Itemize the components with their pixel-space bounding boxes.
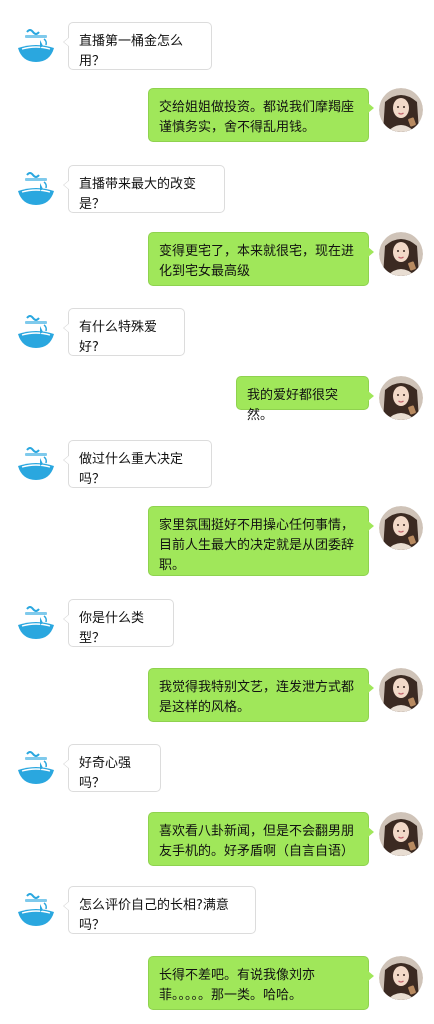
answer-bubble[interactable]: 我的爱好都很突然。	[236, 376, 374, 423]
user-avatar[interactable]	[379, 232, 423, 276]
message-text: 长得不差吧。有说我像刘亦菲。。。。。那一类。哈哈。	[159, 968, 316, 1003]
bot-logo-avatar-icon[interactable]	[14, 886, 58, 930]
answer-bubble[interactable]: 我觉得我特别文艺，连发泄方式都是这样的风格。	[148, 668, 374, 722]
question-bubble[interactable]: 有什么特殊爱好?	[63, 308, 185, 356]
message-text: 家里氛围挺好不用操心任何事情，目前人生最大的决定就是从团委辞职。	[159, 518, 355, 573]
bot-logo-avatar-icon[interactable]	[14, 599, 58, 643]
answer-bubble[interactable]: 喜欢看八卦新闻，但是不会翻男朋友手机的。好矛盾啊（自言自语）	[148, 812, 374, 866]
incoming-message-row: 你是什么类型？	[0, 599, 434, 647]
user-avatar[interactable]	[379, 956, 423, 1000]
message-text: 变得更宅了，本来就很宅，现在进化到宅女最高级	[159, 244, 355, 279]
message-text: 直播带来最大的改变是？	[79, 177, 197, 212]
bot-logo-avatar-icon[interactable]	[14, 744, 58, 788]
incoming-message-row: 有什么特殊爱好?	[0, 308, 434, 356]
question-bubble[interactable]: 直播第一桶金怎么用？	[63, 22, 212, 70]
incoming-message-row: 好奇心强吗？	[0, 744, 434, 792]
incoming-message-row: 怎么评价自己的长相?满意吗？	[0, 886, 434, 934]
message-text: 喜欢看八卦新闻，但是不会翻男朋友手机的。好矛盾啊（自言自语）	[159, 824, 355, 859]
bot-logo-avatar-icon[interactable]	[14, 308, 58, 352]
message-text: 我觉得我特别文艺，连发泄方式都是这样的风格。	[159, 680, 355, 715]
message-text: 怎么评价自己的长相?满意吗？	[79, 898, 229, 933]
message-text: 有什么特殊爱好?	[79, 320, 158, 355]
message-text: 我的爱好都很突然。	[247, 388, 339, 423]
question-bubble[interactable]: 直播带来最大的改变是？	[63, 165, 225, 213]
message-text: 做过什么重大决定吗？	[79, 452, 184, 487]
answer-bubble[interactable]: 长得不差吧。有说我像刘亦菲。。。。。那一类。哈哈。	[148, 956, 374, 1010]
bot-logo-avatar-icon[interactable]	[14, 22, 58, 66]
user-avatar[interactable]	[379, 88, 423, 132]
incoming-message-row: 做过什么重大决定吗？	[0, 440, 434, 488]
question-bubble[interactable]: 怎么评价自己的长相?满意吗？	[63, 886, 256, 934]
outgoing-message-row: 我的爱好都很突然。	[0, 376, 434, 423]
bot-logo-avatar-icon[interactable]	[14, 165, 58, 209]
chat-conversation: 直播第一桶金怎么用？ 交给姐姐做投资。都说我们摩羯座谨慎务实，舍不得乱用钱。直播带…	[0, 0, 434, 1024]
incoming-message-row: 直播第一桶金怎么用？	[0, 22, 434, 70]
question-bubble[interactable]: 你是什么类型？	[63, 599, 174, 647]
message-text: 好奇心强吗？	[79, 756, 132, 791]
outgoing-message-row: 家里氛围挺好不用操心任何事情，目前人生最大的决定就是从团委辞职。	[0, 506, 434, 576]
answer-bubble[interactable]: 交给姐姐做投资。都说我们摩羯座谨慎务实，舍不得乱用钱。	[148, 88, 374, 142]
answer-bubble[interactable]: 变得更宅了，本来就很宅，现在进化到宅女最高级	[148, 232, 374, 286]
message-text: 直播第一桶金怎么用？	[79, 34, 184, 69]
outgoing-message-row: 长得不差吧。有说我像刘亦菲。。。。。那一类。哈哈。	[0, 956, 434, 1010]
question-bubble[interactable]: 好奇心强吗？	[63, 744, 161, 792]
outgoing-message-row: 喜欢看八卦新闻，但是不会翻男朋友手机的。好矛盾啊（自言自语）	[0, 812, 434, 866]
message-text: 交给姐姐做投资。都说我们摩羯座谨慎务实，舍不得乱用钱。	[159, 100, 355, 135]
incoming-message-row: 直播带来最大的改变是？	[0, 165, 434, 213]
user-avatar[interactable]	[379, 506, 423, 550]
message-text: 你是什么类型？	[79, 611, 145, 646]
user-avatar[interactable]	[379, 376, 423, 420]
outgoing-message-row: 变得更宅了，本来就很宅，现在进化到宅女最高级	[0, 232, 434, 286]
outgoing-message-row: 交给姐姐做投资。都说我们摩羯座谨慎务实，舍不得乱用钱。	[0, 88, 434, 142]
user-avatar[interactable]	[379, 668, 423, 712]
user-avatar[interactable]	[379, 812, 423, 856]
bot-logo-avatar-icon[interactable]	[14, 440, 58, 484]
answer-bubble[interactable]: 家里氛围挺好不用操心任何事情，目前人生最大的决定就是从团委辞职。	[148, 506, 374, 576]
question-bubble[interactable]: 做过什么重大决定吗？	[63, 440, 212, 488]
outgoing-message-row: 我觉得我特别文艺，连发泄方式都是这样的风格。	[0, 668, 434, 722]
